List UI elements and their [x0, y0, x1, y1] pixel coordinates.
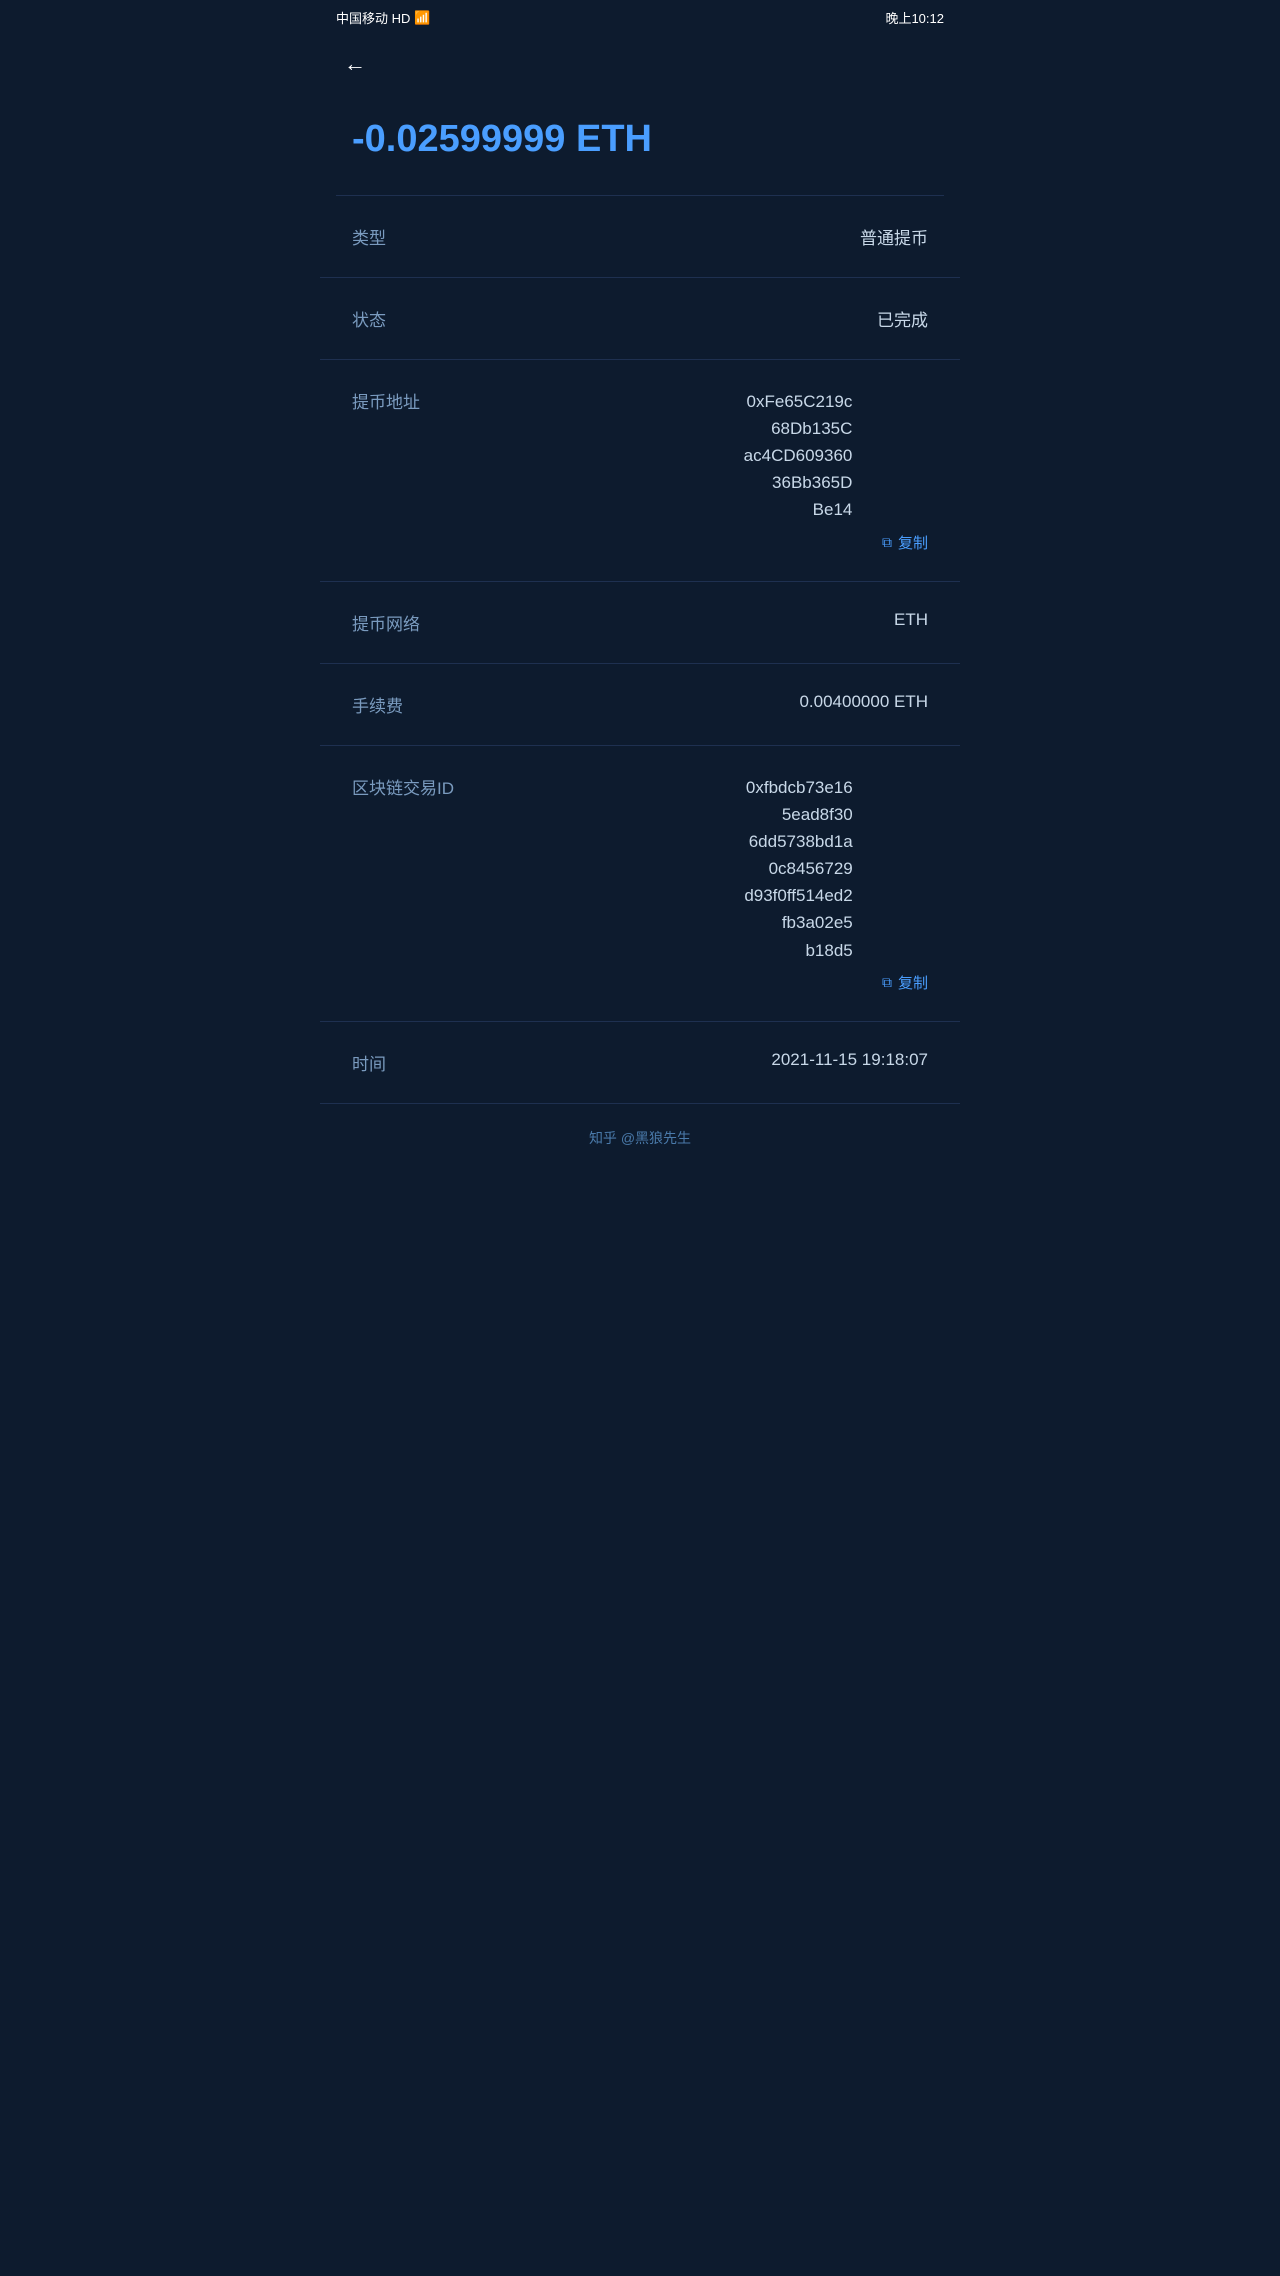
- time-row: 时间 2021-11-15 19:18:07: [320, 1022, 960, 1104]
- txid-label: 区块链交易ID: [352, 774, 454, 799]
- txid-copy-icon: ⧉: [882, 974, 892, 991]
- txid-block: 区块链交易ID 0xfbdcb73e165ead8f30 6dd5738bd1a…: [320, 746, 960, 1022]
- status-value: 已完成: [877, 306, 928, 331]
- txid-copy-button[interactable]: ⧉ 复制: [352, 972, 928, 993]
- txid-block-header: 区块链交易ID 0xfbdcb73e165ead8f30 6dd5738bd1a…: [352, 774, 928, 964]
- copy-icon: ⧉: [882, 534, 892, 551]
- carrier-text: 中国移动 HD: [336, 8, 410, 27]
- address-content: 0xFe65C219c68Db135C ac4CD60936036Bb365D …: [739, 388, 928, 524]
- footer-watermark: 知乎 @黑狼先生: [320, 1104, 960, 1172]
- network-value: ETH: [894, 610, 928, 630]
- address-value: 0xFe65C219c68Db135C ac4CD60936036Bb365D …: [739, 388, 852, 524]
- address-copy-label: 复制: [898, 532, 928, 553]
- fee-row: 手续费 0.00400000 ETH: [320, 664, 960, 746]
- status-row: 状态 已完成: [320, 278, 960, 360]
- status-bar: 中国移动 HD 📶 晚上10:12: [320, 0, 960, 35]
- txid-content: 0xfbdcb73e165ead8f30 6dd5738bd1a0c845672…: [740, 774, 928, 964]
- type-row: 类型 普通提币: [320, 196, 960, 278]
- status-bar-left: 中国移动 HD 📶: [336, 8, 431, 27]
- status-bar-time: 晚上10:12: [885, 8, 944, 27]
- fee-value: 0.00400000 ETH: [799, 692, 928, 712]
- time-value: 2021-11-15 19:18:07: [771, 1050, 928, 1070]
- network-row: 提币网络 ETH: [320, 582, 960, 664]
- network-label: 提币网络: [352, 610, 432, 635]
- type-value: 普通提币: [860, 224, 928, 249]
- amount-section: -0.02599999 ETH: [320, 93, 960, 195]
- txid-value: 0xfbdcb73e165ead8f30 6dd5738bd1a0c845672…: [740, 774, 853, 964]
- address-block-header: 提币地址 0xFe65C219c68Db135C ac4CD60936036Bb…: [352, 388, 928, 524]
- status-label: 状态: [352, 306, 432, 331]
- address-label: 提币地址: [352, 388, 432, 413]
- header: ←: [320, 35, 960, 93]
- address-copy-button[interactable]: ⧉ 复制: [352, 532, 928, 553]
- txid-copy-label: 复制: [898, 972, 928, 993]
- address-block: 提币地址 0xFe65C219c68Db135C ac4CD60936036Bb…: [320, 360, 960, 582]
- type-label: 类型: [352, 224, 432, 249]
- fee-label: 手续费: [352, 692, 432, 717]
- amount-value: -0.02599999 ETH: [352, 117, 928, 163]
- watermark-text: 知乎 @黑狼先生: [589, 1130, 691, 1146]
- time-label: 时间: [352, 1050, 432, 1075]
- back-button[interactable]: ←: [344, 51, 366, 77]
- signal-icon: 📶: [414, 10, 430, 26]
